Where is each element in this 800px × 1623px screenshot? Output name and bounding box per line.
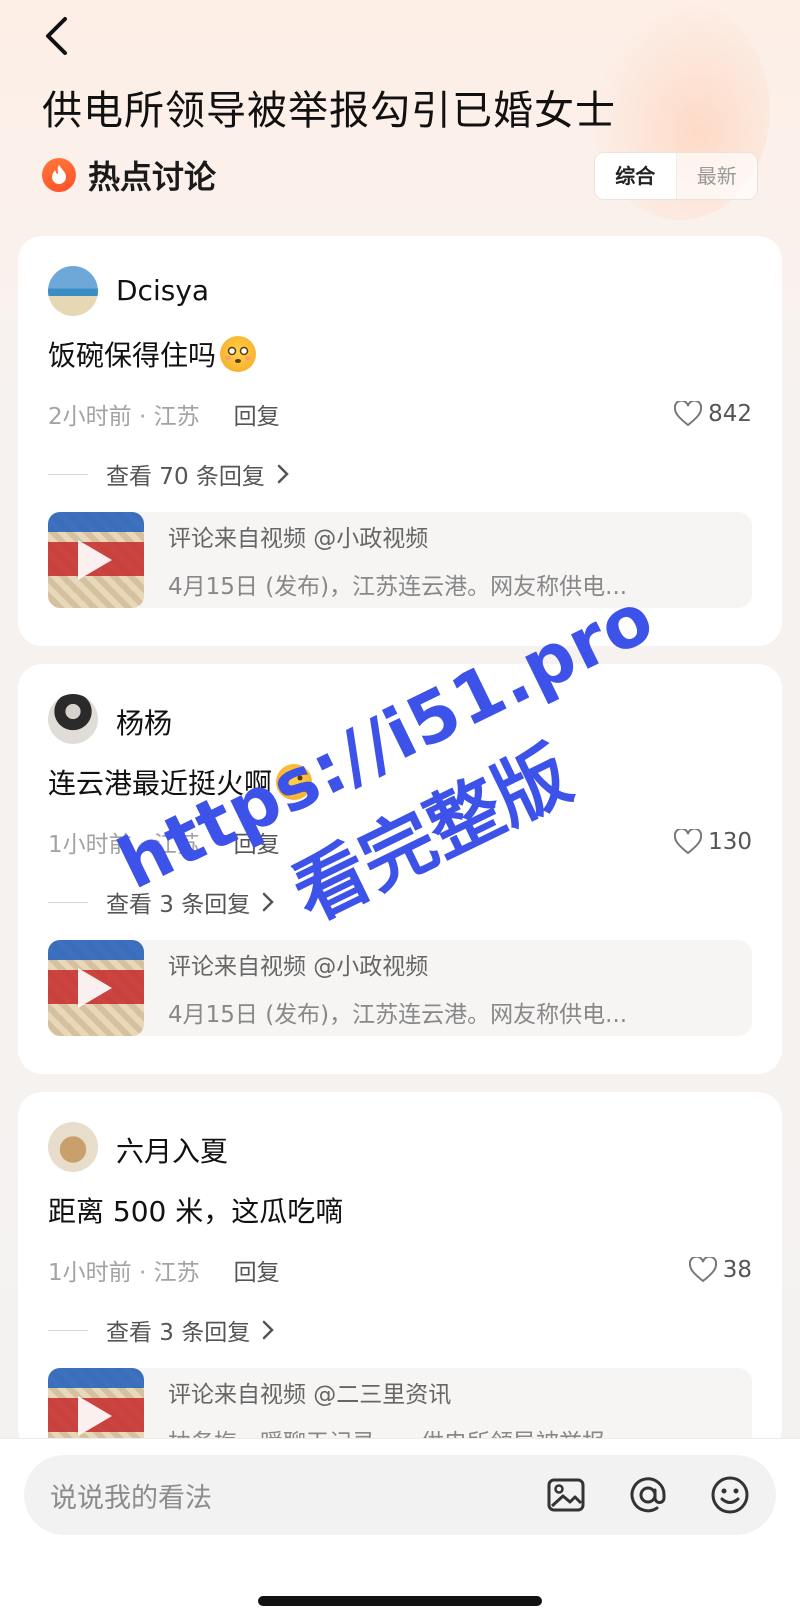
source-video-card[interactable]: 评论来自视频 @小政视频 4月15日 (发布)，江苏连云港。网友称供电... [48, 512, 752, 608]
like-count: 38 [722, 1257, 752, 1283]
comment-input[interactable]: 说说我的看法 [24, 1455, 776, 1535]
reply-button[interactable]: 回复 [234, 825, 280, 859]
view-replies-label: 查看 70 条回复 [106, 464, 265, 490]
comment-text: 饭碗保得住吗 [48, 334, 257, 374]
source-label: 评论来自视频 @二三里资讯 [168, 1382, 452, 1408]
emoji-button[interactable] [708, 1473, 752, 1517]
divider-dash [48, 473, 88, 475]
comment-text-content: 饭碗保得住吗 [48, 339, 217, 372]
back-arrow-icon [46, 17, 67, 55]
time-location: 1小时前 · 江苏 [48, 1260, 200, 1286]
play-icon [78, 968, 112, 1008]
comment-text-content: 连云港最近挺火啊 [48, 767, 273, 800]
smiley-icon [711, 1476, 749, 1514]
heart-icon [674, 829, 703, 855]
home-indicator[interactable] [258, 1596, 542, 1606]
sort-option-comprehensive[interactable]: 综合 [595, 153, 677, 199]
mention-button[interactable] [626, 1473, 670, 1517]
view-replies-label: 查看 3 条回复 [106, 892, 251, 918]
avatar[interactable] [48, 1122, 98, 1172]
view-replies-link[interactable]: 查看 70 条回复 [48, 456, 289, 492]
comment-text: 距离 500 米，这瓜吃嘀 [48, 1190, 343, 1230]
like-button[interactable]: 130 [674, 829, 752, 855]
comment-card: Dcisya 饭碗保得住吗 2小时前 · 江苏 回复 842 查看 70 条回复 [18, 236, 782, 646]
heart-icon [688, 1257, 717, 1283]
comment-card: 六月入夏 距离 500 米，这瓜吃嘀 1小时前 · 江苏 回复 38 查看 3 … [18, 1092, 782, 1464]
comment-meta: 1小时前 · 江苏 回复 38 [48, 1252, 752, 1288]
source-label: 评论来自视频 @小政视频 [168, 954, 429, 980]
username[interactable]: 杨杨 [116, 702, 172, 742]
reply-button[interactable]: 回复 [234, 397, 280, 431]
flushed-emoji-icon [220, 336, 257, 372]
like-button[interactable]: 842 [674, 401, 752, 427]
avatar[interactable] [48, 266, 98, 316]
thinking-emoji-icon [276, 764, 313, 800]
input-placeholder: 说说我的看法 [50, 1482, 212, 1514]
like-count: 130 [708, 829, 752, 855]
time-location: 1小时前 · 江苏 [48, 832, 200, 858]
username[interactable]: 六月入夏 [116, 1130, 228, 1170]
image-icon [547, 1478, 585, 1512]
comment-meta: 1小时前 · 江苏 回复 130 [48, 824, 752, 860]
view-replies-link[interactable]: 查看 3 条回复 [48, 1312, 275, 1348]
play-icon [78, 1396, 112, 1436]
sort-toggle: 综合 最新 [594, 152, 758, 200]
comment-text: 连云港最近挺火啊 [48, 762, 313, 802]
back-button[interactable] [36, 12, 76, 60]
chevron-right-icon [262, 1320, 275, 1340]
play-icon [78, 540, 112, 580]
flame-icon [42, 158, 76, 192]
view-replies-link[interactable]: 查看 3 条回复 [48, 884, 275, 920]
heart-icon [674, 401, 703, 427]
image-picker-button[interactable] [544, 1473, 588, 1517]
reply-button[interactable]: 回复 [234, 1253, 280, 1287]
section-header: 热点讨论 [42, 152, 216, 198]
username[interactable]: Dcisya [116, 274, 209, 307]
source-description: 4月15日 (发布)，江苏连云港。网友称供电... [168, 1002, 628, 1028]
video-thumbnail [48, 940, 144, 1036]
source-description: 4月15日 (发布)，江苏连云港。网友称供电... [168, 574, 628, 600]
comment-card: 杨杨 连云港最近挺火啊 1小时前 · 江苏 回复 130 查看 3 条回复 评论… [18, 664, 782, 1074]
like-count: 842 [708, 401, 752, 427]
at-sign-icon [630, 1477, 666, 1513]
time-location: 2小时前 · 江苏 [48, 404, 200, 430]
page-title: 供电所领导被举报勾引已婚女士 [42, 88, 616, 134]
sort-option-latest[interactable]: 最新 [677, 153, 758, 199]
like-button[interactable]: 38 [688, 1257, 752, 1283]
avatar[interactable] [48, 694, 98, 744]
view-replies-label: 查看 3 条回复 [106, 1320, 251, 1346]
divider-dash [48, 901, 88, 903]
chevron-right-icon [277, 464, 289, 484]
comment-meta: 2小时前 · 江苏 回复 842 [48, 396, 752, 432]
source-video-card[interactable]: 评论来自视频 @小政视频 4月15日 (发布)，江苏连云港。网友称供电... [48, 940, 752, 1036]
divider-dash [48, 1329, 88, 1331]
chevron-right-icon [262, 892, 275, 912]
section-title: 热点讨论 [88, 158, 217, 196]
comment-text-content: 距离 500 米，这瓜吃嘀 [48, 1195, 344, 1228]
source-label: 评论来自视频 @小政视频 [168, 526, 429, 552]
video-thumbnail [48, 512, 144, 608]
